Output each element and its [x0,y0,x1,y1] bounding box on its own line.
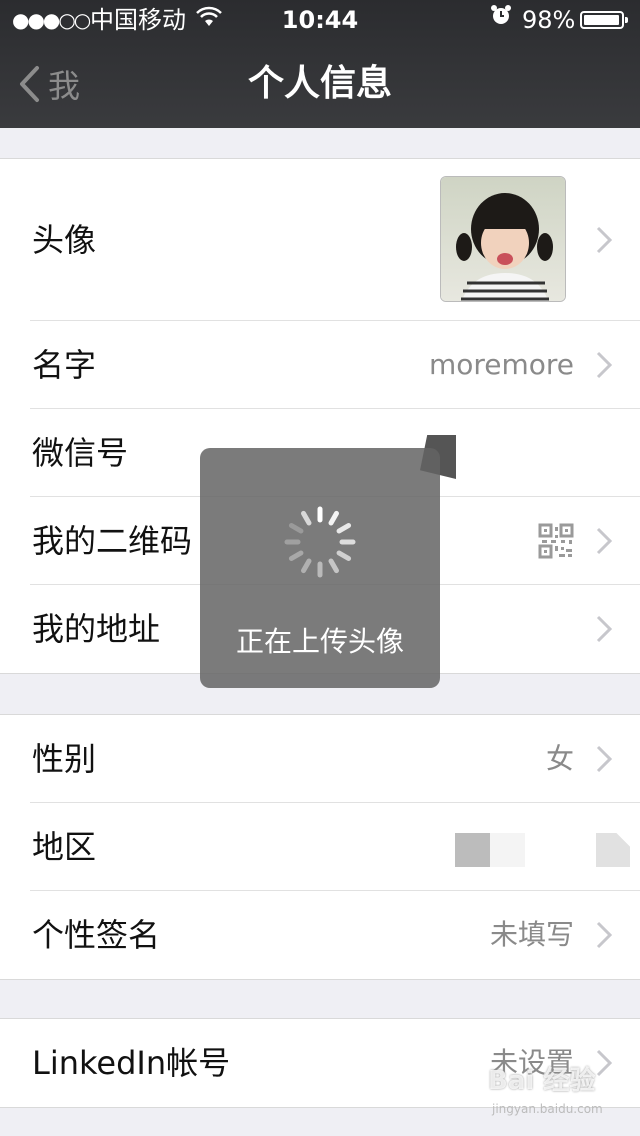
navigation-bar: 我 个人信息 [0,40,640,128]
avatar [440,176,566,302]
gender-value: 女 [545,742,574,775]
chevron-right-icon [596,1049,612,1077]
spinner-icon [284,506,356,578]
address-label: 我的地址 [32,610,161,648]
region-row[interactable]: 地区 [0,803,640,891]
chevron-right-icon [596,351,612,379]
watermark-url: jingyan.baidu.com [492,1102,603,1116]
chevron-right-icon [596,615,612,643]
qrcode-icon [538,523,574,559]
signature-row[interactable]: 个性签名 未填写 [0,891,640,979]
page-title: 个人信息 [247,63,392,104]
battery-icon [580,11,628,29]
battery-percentage: 98% [522,6,576,34]
name-label: 名字 [32,346,97,384]
wechat-id-label: 微信号 [32,434,129,472]
loading-overlay: 正在上传头像 [200,448,440,688]
avatar-row[interactable]: 头像 [0,159,640,321]
top-bar: ●●●○○ 中国移动 10:44 98% 我 个人信息 [0,0,640,128]
qrcode-label: 我的二维码 [32,522,193,560]
loading-message: 正在上传头像 [235,625,404,658]
chevron-right-icon [596,226,612,254]
name-value: moremore [428,348,574,381]
alarm-icon [490,0,512,40]
redacted-value [596,833,630,867]
chevron-right-icon [596,921,612,949]
chevron-right-icon [596,745,612,773]
name-row[interactable]: 名字 moremore [0,321,640,409]
signature-value: 未填写 [489,918,574,951]
avatar-label: 头像 [32,221,97,259]
gender-row[interactable]: 性别 女 [0,715,640,803]
region-label: 地区 [32,828,97,866]
watermark: Bai 经验 [488,1066,596,1096]
status-bar: ●●●○○ 中国移动 10:44 98% [0,0,640,40]
linkedin-label: LinkedIn帐号 [32,1044,231,1082]
signature-label: 个性签名 [32,916,161,954]
details-section: 性别 女 地区 个性签名 未填写 [0,714,640,980]
redacted-value [455,833,525,867]
chevron-right-icon [596,527,612,555]
gender-label: 性别 [32,740,97,778]
